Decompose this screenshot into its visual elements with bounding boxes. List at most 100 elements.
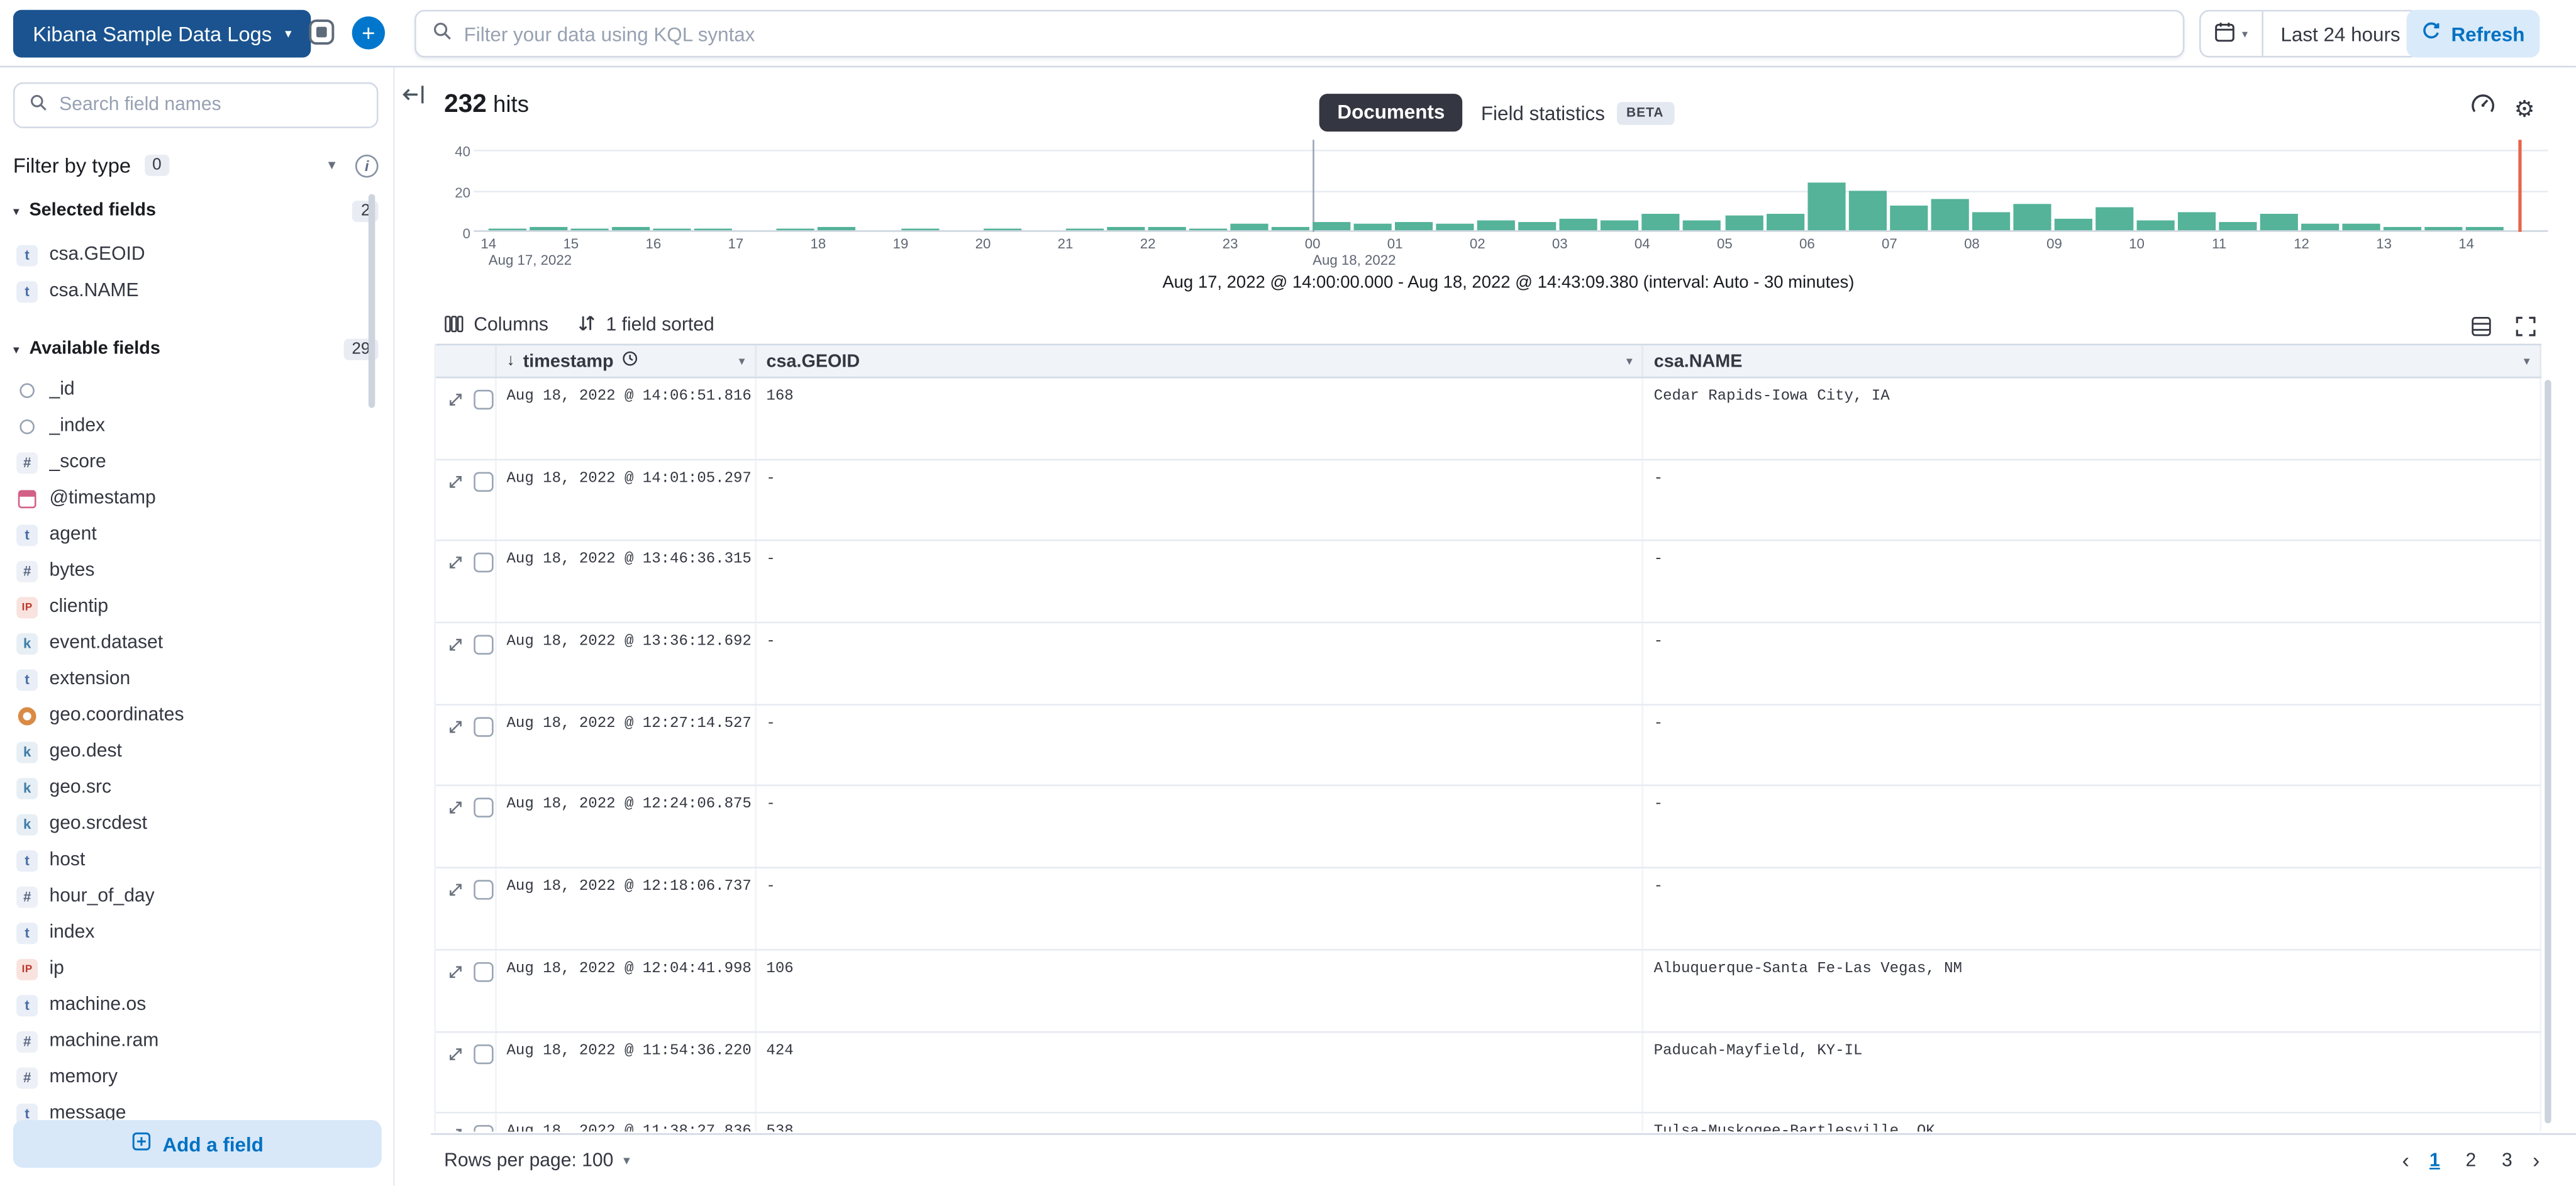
expand-document-icon[interactable] bbox=[447, 800, 464, 816]
field-item-clientip[interactable]: IPclientip bbox=[0, 589, 372, 625]
cell-csa-geoid[interactable]: 106 bbox=[757, 950, 1644, 1030]
page-button-3[interactable]: 3 bbox=[2496, 1151, 2518, 1170]
histogram-bar[interactable] bbox=[1931, 199, 1968, 230]
row-checkbox[interactable] bbox=[474, 1125, 493, 1131]
field-item-_id[interactable]: _id bbox=[0, 372, 372, 408]
histogram-bar[interactable] bbox=[2137, 220, 2175, 230]
time-range-button[interactable]: Last 24 hours bbox=[2263, 11, 2419, 56]
cell-csa-name[interactable]: - bbox=[1644, 541, 2541, 621]
histogram-bar[interactable] bbox=[2096, 208, 2133, 230]
field-item-ip[interactable]: IPip bbox=[0, 951, 372, 987]
expand-document-icon[interactable] bbox=[447, 636, 464, 653]
histogram-bar[interactable] bbox=[2302, 224, 2340, 230]
row-checkbox[interactable] bbox=[474, 717, 493, 736]
saved-query-menu-button[interactable] bbox=[303, 15, 340, 53]
histogram-bar[interactable] bbox=[1065, 228, 1103, 230]
field-item-bytes[interactable]: #bytes bbox=[0, 553, 372, 589]
field-search-input[interactable] bbox=[59, 96, 362, 115]
row-checkbox[interactable] bbox=[474, 880, 493, 900]
display-options-icon[interactable] bbox=[2470, 315, 2492, 336]
histogram-bar[interactable] bbox=[818, 226, 856, 231]
histogram-bar[interactable] bbox=[2343, 224, 2380, 230]
field-item-csa.NAME[interactable]: tcsa.NAME bbox=[0, 273, 372, 309]
histogram-bar[interactable] bbox=[2260, 214, 2298, 230]
histogram-bar[interactable] bbox=[1189, 228, 1227, 230]
field-item-_index[interactable]: _index bbox=[0, 408, 372, 445]
cell-csa-name[interactable]: Tulsa-Muskogee-Bartlesville, OK bbox=[1644, 1114, 2541, 1131]
cell-csa-geoid[interactable]: 538 bbox=[757, 1114, 1644, 1131]
cell-csa-geoid[interactable]: - bbox=[757, 868, 1644, 948]
histogram-bar[interactable] bbox=[1848, 191, 1886, 230]
histogram-bar[interactable] bbox=[1148, 226, 1185, 231]
row-checkbox[interactable] bbox=[474, 635, 493, 655]
next-page-button[interactable]: › bbox=[2533, 1150, 2540, 1171]
cell-csa-name[interactable]: Albuquerque-Santa Fe-Las Vegas, NM bbox=[1644, 950, 2541, 1030]
cell-csa-name[interactable]: - bbox=[1644, 623, 2541, 703]
sort-fields-button[interactable]: 1 field sorted bbox=[578, 314, 714, 338]
field-item-geo.dest[interactable]: kgeo.dest bbox=[0, 734, 372, 770]
histogram-bar[interactable] bbox=[2178, 212, 2216, 230]
page-button-2[interactable]: 2 bbox=[2460, 1151, 2482, 1170]
histogram-bar[interactable] bbox=[612, 226, 650, 231]
cell-timestamp[interactable]: Aug 18, 2022 @ 11:38:27.836 bbox=[497, 1114, 757, 1131]
histogram-bar[interactable] bbox=[1972, 212, 2009, 230]
tab-documents[interactable]: Documents bbox=[1319, 94, 1463, 131]
field-item-index[interactable]: tindex bbox=[0, 914, 372, 951]
tab-field-statistics[interactable]: Field statistics BETA bbox=[1481, 101, 1674, 125]
histogram-bar[interactable] bbox=[1313, 222, 1350, 230]
cell-timestamp[interactable]: Aug 18, 2022 @ 11:54:36.220 bbox=[497, 1032, 757, 1112]
column-header-csa-name[interactable]: csa.NAME ▾ bbox=[1644, 345, 2541, 377]
cell-csa-geoid[interactable]: 168 bbox=[757, 379, 1644, 458]
row-checkbox[interactable] bbox=[474, 799, 493, 818]
cell-csa-geoid[interactable]: - bbox=[757, 541, 1644, 621]
histogram-bar[interactable] bbox=[983, 228, 1021, 230]
cell-csa-name[interactable]: Paducah-Mayfield, KY-IL bbox=[1644, 1032, 2541, 1112]
histogram-bar[interactable] bbox=[1519, 222, 1557, 230]
cell-timestamp[interactable]: Aug 18, 2022 @ 14:01:05.297 bbox=[497, 460, 757, 540]
cell-csa-geoid[interactable]: 424 bbox=[757, 1032, 1644, 1112]
histogram-bar[interactable] bbox=[2054, 218, 2092, 231]
row-checkbox[interactable] bbox=[474, 472, 493, 491]
expand-document-icon[interactable] bbox=[447, 1127, 464, 1131]
histogram-bar[interactable] bbox=[489, 228, 526, 230]
histogram-bar[interactable] bbox=[1436, 224, 1474, 230]
available-fields-header[interactable]: ▾ Available fields 29 bbox=[13, 336, 379, 362]
field-item-memory[interactable]: #memory bbox=[0, 1059, 372, 1095]
histogram-bar[interactable] bbox=[571, 228, 609, 230]
cell-timestamp[interactable]: Aug 18, 2022 @ 13:36:12.692 bbox=[497, 623, 757, 703]
histogram-bar[interactable] bbox=[1807, 183, 1845, 230]
row-checkbox[interactable] bbox=[474, 553, 493, 573]
field-item-machine.ram[interactable]: #machine.ram bbox=[0, 1023, 372, 1060]
expand-document-icon[interactable] bbox=[447, 718, 464, 734]
row-checkbox[interactable] bbox=[474, 390, 493, 409]
histogram-bar[interactable] bbox=[2013, 204, 2051, 231]
histogram-bar[interactable] bbox=[694, 228, 732, 230]
cell-csa-name[interactable]: - bbox=[1644, 868, 2541, 948]
cell-csa-name[interactable]: - bbox=[1644, 787, 2541, 867]
histogram-bar[interactable] bbox=[530, 226, 567, 231]
expand-document-icon[interactable] bbox=[447, 473, 464, 489]
field-item-agent[interactable]: tagent bbox=[0, 516, 372, 553]
histogram-bar[interactable] bbox=[777, 228, 814, 230]
field-item-geo.src[interactable]: kgeo.src bbox=[0, 770, 372, 806]
field-item-hour_of_day[interactable]: #hour_of_day bbox=[0, 878, 372, 915]
cell-timestamp[interactable]: Aug 18, 2022 @ 12:27:14.527 bbox=[497, 705, 757, 785]
cell-csa-geoid[interactable]: - bbox=[757, 787, 1644, 867]
grid-scrollbar[interactable] bbox=[2545, 380, 2551, 1123]
sidebar-scrollbar[interactable] bbox=[369, 194, 375, 408]
cell-timestamp[interactable]: Aug 18, 2022 @ 12:04:41.998 bbox=[497, 950, 757, 1030]
refresh-button[interactable]: Refresh bbox=[2406, 10, 2540, 58]
field-item-_score[interactable]: #_score bbox=[0, 444, 372, 480]
histogram-bar[interactable] bbox=[2467, 226, 2504, 231]
page-button-1[interactable]: 1 bbox=[2424, 1151, 2445, 1170]
histogram-bar[interactable] bbox=[653, 228, 691, 230]
histogram-bar[interactable] bbox=[2219, 222, 2257, 230]
filter-by-type-button[interactable]: Filter by type 0 ▾ i bbox=[13, 143, 379, 188]
cell-timestamp[interactable]: Aug 18, 2022 @ 13:46:36.315 bbox=[497, 541, 757, 621]
field-item-extension[interactable]: textension bbox=[0, 661, 372, 697]
expand-document-icon[interactable] bbox=[447, 555, 464, 571]
inspect-icon[interactable] bbox=[2472, 92, 2496, 125]
cell-csa-geoid[interactable]: - bbox=[757, 460, 1644, 540]
add-field-button[interactable]: Add a field bbox=[13, 1120, 382, 1168]
cell-timestamp[interactable]: Aug 18, 2022 @ 12:24:06.875 bbox=[497, 787, 757, 867]
